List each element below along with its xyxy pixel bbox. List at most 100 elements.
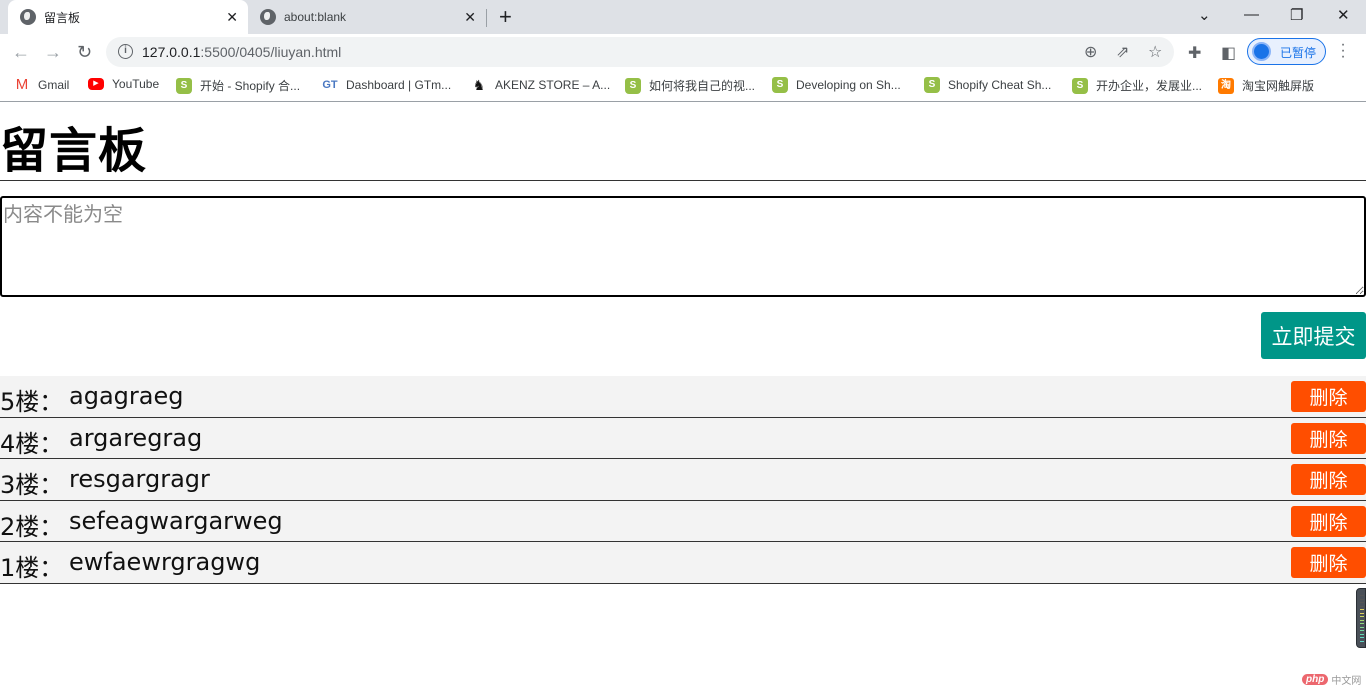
forward-icon[interactable]: → (44, 42, 62, 62)
floor-label: 1楼： (0, 554, 64, 582)
bookmark-gtmetrix[interactable]: GT Dashboard | GTm... (322, 77, 451, 93)
php-logo: php (1302, 674, 1329, 685)
shopify-icon: S (924, 77, 940, 93)
floor-label: 4楼： (0, 429, 64, 458)
message-content: resgargragr (69, 465, 210, 493)
close-tab-icon[interactable]: ✕ (464, 9, 476, 26)
info-icon[interactable]: i (118, 44, 133, 59)
bookmark-shopify-business[interactable]: S 开办企业，发展业... (1072, 77, 1202, 94)
extensions-icon[interactable]: ✚ (1188, 43, 1201, 63)
meter-bar (1360, 609, 1364, 610)
gtmetrix-icon: GT (322, 79, 338, 91)
url-path: :5500/0405/liuyan.html (200, 44, 342, 60)
message-content: agagraeg (69, 382, 184, 410)
tab-liuyan[interactable]: 留言板 ✕ (8, 0, 248, 34)
zoom-icon[interactable]: ⊕ (1084, 42, 1097, 62)
divider (0, 180, 1366, 181)
delete-button[interactable]: 删除 (1291, 505, 1366, 537)
bookmarks-bar: M Gmail ▶ YouTube S 开始 - Shopify 合... GT Das… (0, 70, 1366, 102)
tab-strip: 留言板 ✕ about:blank ✕ + ⌄ — ❐ ✕ (0, 0, 1366, 34)
url-text[interactable]: 127.0.0.1:5500/0405/liuyan.html (142, 44, 341, 60)
bookmark-developing-shopify[interactable]: S Developing on Sh... (772, 77, 901, 93)
bookmark-label: 淘宝网触屏版 (1242, 79, 1315, 93)
bookmark-label: 开办企业，发展业... (1096, 79, 1203, 93)
floor-label: 5楼： (0, 388, 64, 416)
submit-button[interactable]: 立即提交 (1261, 312, 1366, 359)
delete-button[interactable]: 删除 (1291, 464, 1366, 495)
bookmark-label: YouTube (112, 77, 160, 91)
meter-bar (1360, 595, 1364, 596)
shopify-icon: S (772, 77, 788, 93)
delete-button[interactable]: 删除 (1291, 422, 1366, 454)
kebab-menu-icon[interactable]: · · · (1340, 37, 1346, 65)
restore-icon[interactable]: ❐ (1290, 6, 1303, 24)
minimize-icon[interactable]: — (1244, 6, 1259, 23)
youtube-icon: ▶ (88, 78, 104, 90)
avatar (1252, 42, 1271, 61)
profile-button[interactable]: 已暂停 (1247, 38, 1326, 65)
side-panel-icon[interactable]: ◧ (1221, 43, 1236, 63)
message-row: 3楼： resgargragr 删除 (0, 459, 1366, 501)
globe-icon (260, 9, 276, 25)
message-content: argaregrag (69, 423, 203, 452)
bookmark-shopify-cheat[interactable]: S Shopify Cheat Sh... (924, 77, 1051, 93)
shopify-icon: S (176, 77, 192, 94)
watermark: php 中文网 (1302, 672, 1361, 687)
close-tab-icon[interactable]: ✕ (226, 9, 238, 26)
delete-button[interactable]: 删除 (1291, 547, 1366, 578)
reload-icon[interactable]: ↻ (77, 42, 92, 62)
tab-title: 留言板 (44, 10, 81, 25)
watermark-text: 中文网 (1331, 676, 1362, 687)
floor-label: 3楼： (0, 471, 64, 499)
bookmark-label: Gmail (38, 78, 70, 92)
share-icon[interactable]: ⇗ (1116, 42, 1129, 62)
bookmark-label: AKENZ STORE – A... (495, 78, 611, 92)
tab-separator (486, 9, 487, 27)
floor-label: 2楼： (0, 512, 64, 541)
meter-bar (1360, 616, 1364, 617)
message-row: 4楼： argaregrag 删除 (0, 417, 1366, 459)
taobao-icon: 淘 (1218, 77, 1234, 94)
meter-bar (1360, 623, 1364, 624)
tab-title: about:blank (284, 10, 347, 24)
meter-bar (1360, 633, 1364, 635)
bookmark-label: 开始 - Shopify 合... (200, 79, 301, 93)
bookmark-label: Developing on Sh... (796, 78, 901, 92)
meter-bar (1360, 612, 1364, 614)
message-row: 1楼： ewfaewrgragwg 删除 (0, 542, 1366, 584)
bookmark-youtube[interactable]: ▶ YouTube (88, 77, 159, 91)
bookmark-shopify-start[interactable]: S 开始 - Shopify 合... (176, 77, 300, 94)
message-content: sefeagwargarweg (69, 506, 283, 535)
bookmark-gmail[interactable]: M Gmail (14, 76, 70, 93)
url-host: 127.0.0.1 (142, 44, 201, 60)
chevron-down-icon[interactable]: ⌄ (1198, 6, 1211, 24)
page-title: 留言板 (0, 123, 148, 179)
bookmark-taobao[interactable]: 淘淘宝网触屏版 (1218, 77, 1314, 94)
star-icon[interactable]: ☆ (1148, 42, 1162, 62)
delete-button[interactable]: 删除 (1291, 381, 1366, 412)
address-bar[interactable]: i 127.0.0.1:5500/0405/liuyan.html ⊕ ⇗ ☆ (106, 37, 1174, 67)
message-row: 5楼： agagraeg 删除 (0, 376, 1366, 418)
bookmark-label: 如何将我自己的视... (649, 79, 756, 93)
page-content: 留言板 立即提交 5楼： agagraeg 删除 4楼： argaregrag … (0, 103, 1366, 689)
bookmark-label: Shopify Cheat Sh... (948, 78, 1052, 92)
plus-icon[interactable]: + (499, 4, 512, 30)
bookmark-shopify-video[interactable]: S 如何将我自己的视... (625, 77, 755, 94)
meter-bar (1360, 598, 1364, 600)
close-window-icon[interactable]: ✕ (1337, 6, 1350, 24)
meter-bar (1360, 637, 1364, 638)
akenz-icon: ♞ (472, 77, 486, 93)
message-input[interactable] (0, 196, 1366, 297)
tab-about-blank[interactable]: about:blank ✕ (250, 0, 486, 34)
browser-toolbar: ← → ↻ i 127.0.0.1:5500/0405/liuyan.html … (0, 34, 1366, 70)
bookmark-akenz[interactable]: ♞ AKENZ STORE – A... (471, 77, 610, 93)
message-row: 2楼： sefeagwargarweg 删除 (0, 500, 1366, 542)
audio-meter-widget[interactable] (1356, 588, 1366, 648)
profile-status: 已暂停 (1280, 46, 1317, 60)
gmail-icon: M (15, 76, 29, 93)
meter-bar (1360, 605, 1364, 607)
bookmark-label: Dashboard | GTm... (346, 78, 452, 92)
shopify-icon: S (1072, 77, 1088, 94)
back-icon[interactable]: ← (12, 42, 30, 62)
meter-bar (1360, 619, 1364, 621)
